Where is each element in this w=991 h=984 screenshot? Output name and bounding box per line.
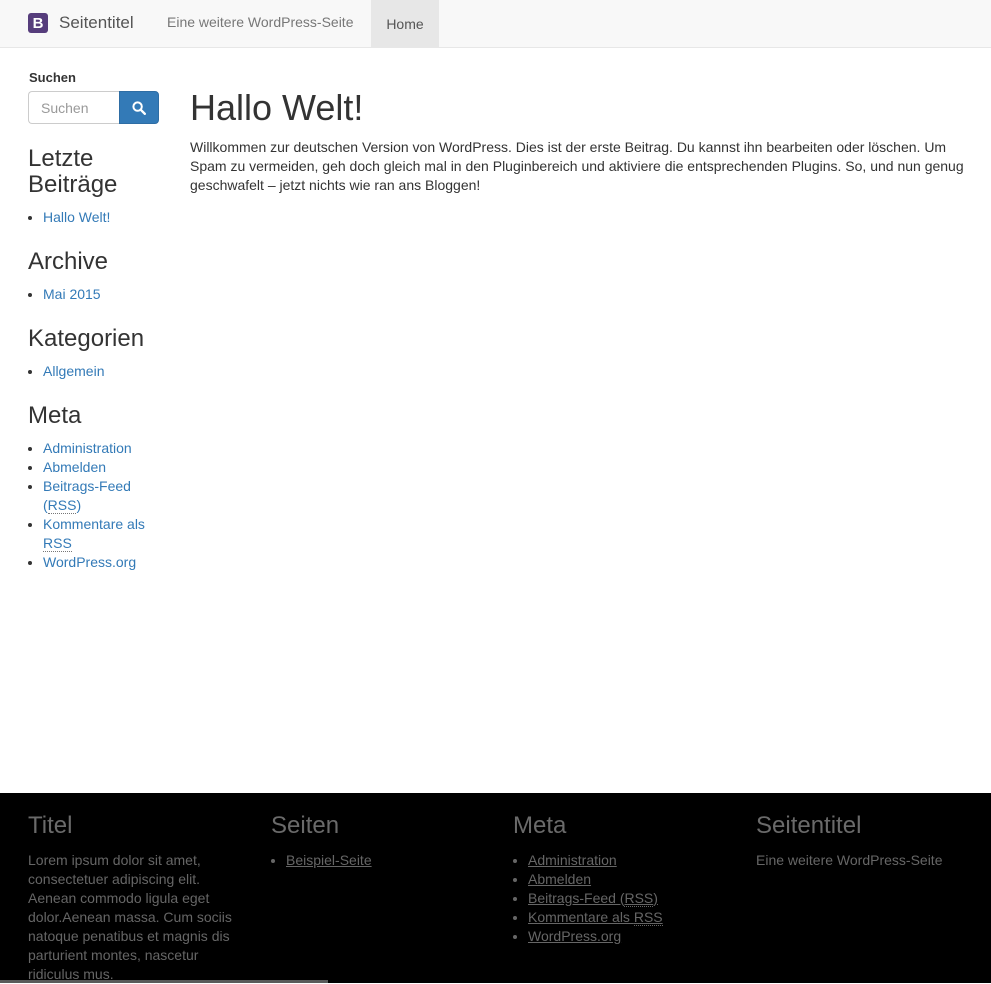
search-icon [132,100,146,115]
main-content: Hallo Welt! Willkommen zur deutschen Ver… [190,88,970,195]
rss-abbr: RSS [633,909,663,926]
rss-abbr: RSS [47,497,77,514]
search-input[interactable] [28,91,119,124]
list-item: Kommentare als RSS [43,515,163,553]
footer-page-link[interactable]: Beispiel-Seite [286,852,372,868]
comments-prefix: Kommentare als [528,909,634,925]
bootstrap-logo-icon: B [28,13,48,33]
footer-col-site: Seitentitel Eine weitere WordPress-Seite [756,813,971,870]
feed-suffix: ) [653,890,658,906]
footer-col-meta: Meta Administration Abmelden Beitrags-Fe… [513,813,728,946]
recent-posts-title: Letzte Beiträge [28,145,118,198]
footer: Titel Lorem ipsum dolor sit amet, consec… [0,793,991,983]
list-item: Allgemein [43,362,163,381]
footer-logout-link[interactable]: Abmelden [528,871,591,887]
meta-title: Meta [28,402,82,429]
archive-title: Archive [28,248,109,275]
site-description: Eine weitere WordPress-Seite [167,14,354,30]
footer-feed-link[interactable]: Beitrags-Feed (RSS) [528,890,658,907]
list-item: WordPress.org [43,553,163,572]
footer-col4-title: Seitentitel [756,812,862,839]
meta-logout-link[interactable]: Abmelden [43,459,106,475]
footer-comments-link[interactable]: Kommentare als RSS [528,909,663,926]
rss-abbr: RSS [43,535,72,552]
meta-wordpress-link[interactable]: WordPress.org [43,554,136,570]
list-item: Administration [528,851,728,870]
feed-prefix: Beitrags-Feed ( [528,890,625,906]
recent-post-link[interactable]: Hallo Welt! [43,209,110,225]
rss-abbr: RSS [624,890,654,907]
comments-prefix: Kommentare als [43,516,145,532]
search-form [28,91,163,124]
footer-col1-text: Lorem ipsum dolor sit amet, consectetuer… [28,852,232,982]
post-body: Willkommen zur deutschen Version von Wor… [190,139,964,193]
list-item: Abmelden [528,870,728,889]
list-item: Abmelden [43,458,163,477]
footer-meta-list: Administration Abmelden Beitrags-Feed (R… [513,851,728,946]
post-title: Hallo Welt! [190,87,364,128]
footer-col1-title: Titel [28,812,73,839]
recent-posts-list: Hallo Welt! [28,208,163,227]
list-item: Administration [43,439,163,458]
footer-pages-list: Beispiel-Seite [271,851,486,870]
search-label: Suchen [29,70,76,85]
list-item: Kommentare als RSS [528,908,728,927]
archive-list: Mai 2015 [28,285,163,304]
footer-col4-text: Eine weitere WordPress-Seite [756,852,943,868]
search-button[interactable] [119,91,159,124]
archive-link[interactable]: Mai 2015 [43,286,101,302]
footer-col3-title: Meta [513,812,567,839]
categories-title: Kategorien [28,325,145,352]
top-navbar: B Seitentitel Eine weitere WordPress-Sei… [0,0,991,48]
list-item: Beispiel-Seite [286,851,486,870]
meta-comments-link[interactable]: Kommentare als RSS [43,516,145,552]
footer-col-title: Titel Lorem ipsum dolor sit amet, consec… [28,813,243,984]
footer-col-pages: Seiten Beispiel-Seite [271,813,486,870]
feed-suffix: ) [76,497,82,513]
brand-link[interactable]: B Seitentitel [28,12,134,34]
footer-wordpress-link[interactable]: WordPress.org [528,928,621,944]
list-item: Beitrags-Feed (RSS) [528,889,728,908]
meta-feed-link[interactable]: Beitrags-Feed (RSS) [43,478,131,514]
brand-title: Seitentitel [59,13,134,32]
nav-home-link[interactable]: Home [371,0,439,47]
footer-admin-link[interactable]: Administration [528,852,617,868]
meta-admin-link[interactable]: Administration [43,440,132,456]
category-link[interactable]: Allgemein [43,363,104,379]
list-item: Mai 2015 [43,285,163,304]
meta-list: Administration Abmelden Beitrags-Feed (R… [28,439,163,572]
sidebar: Suchen Letzte Beiträge Hallo Welt! Archi… [28,70,163,572]
list-item: Beitrags-Feed (RSS) [43,477,163,515]
list-item: Hallo Welt! [43,208,163,227]
list-item: WordPress.org [528,927,728,946]
footer-col2-title: Seiten [271,812,340,839]
categories-list: Allgemein [28,362,163,381]
